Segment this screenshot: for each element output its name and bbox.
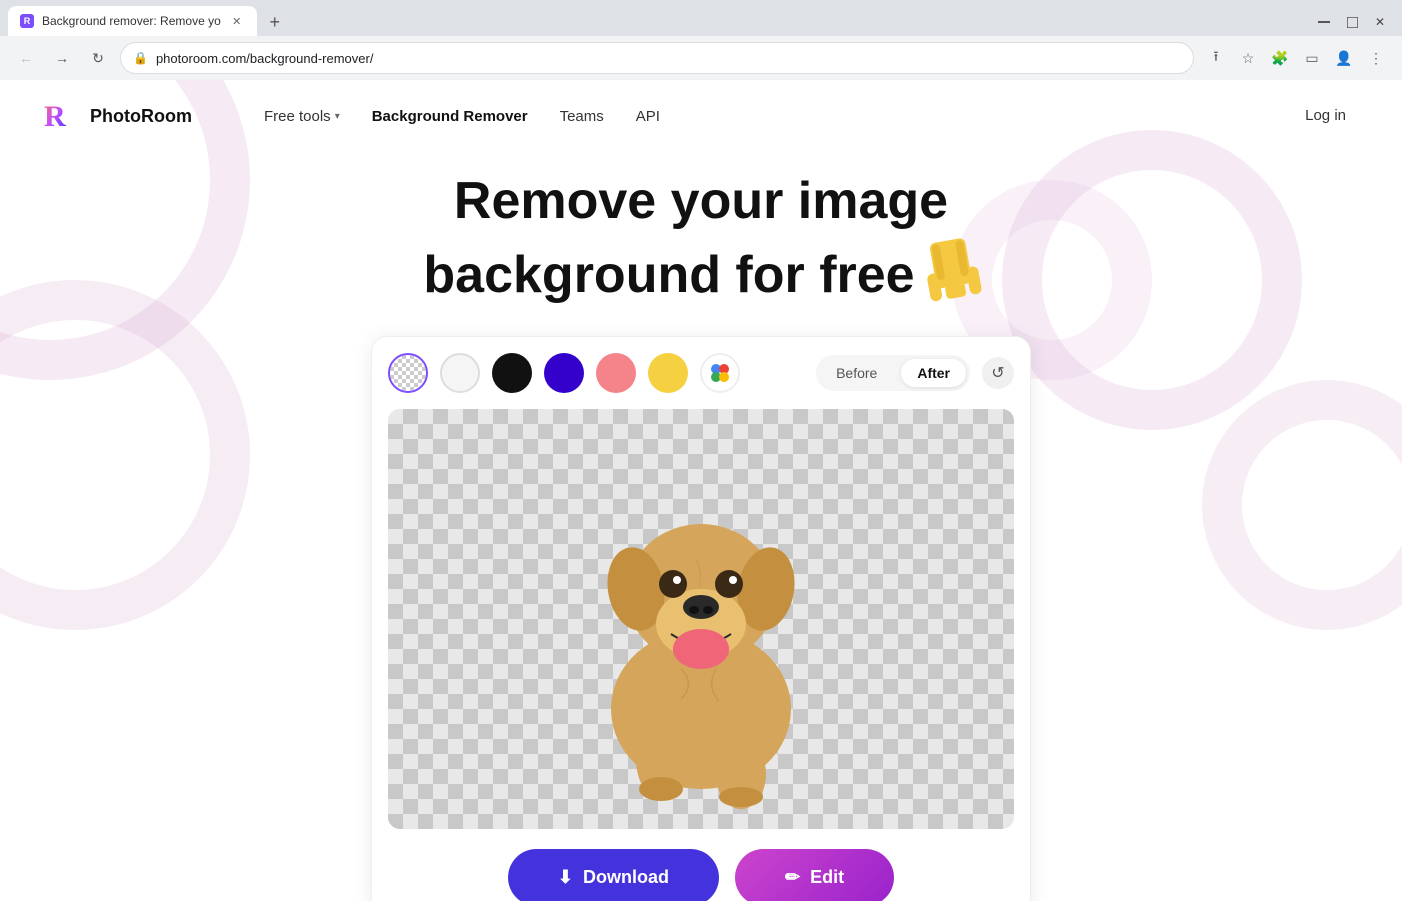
window-minimize-button[interactable] [1310, 12, 1338, 32]
hero-section: Remove your image background for free [0, 152, 1402, 312]
website-content: R PhotoRoom Free tools ▾ Background Remo… [0, 80, 1402, 901]
before-after-toggle: Before After [816, 355, 970, 391]
action-buttons: ⬇ Download ✏ Edit [388, 849, 1014, 901]
swatch-white[interactable] [440, 353, 480, 393]
dog-image [541, 429, 861, 809]
nav-right: Log in [1289, 107, 1362, 125]
tab-close-button[interactable]: ✕ [229, 13, 245, 29]
site-navigation: R PhotoRoom Free tools ▾ Background Remo… [0, 80, 1402, 152]
after-button[interactable]: After [901, 359, 966, 387]
tab-favicon: R [20, 14, 34, 28]
tool-card: Before After ↺ [371, 336, 1031, 901]
site-logo[interactable]: R PhotoRoom [40, 96, 192, 136]
swatch-yellow[interactable] [648, 353, 688, 393]
hero-title-line2: background for free [351, 240, 1051, 312]
menu-button[interactable]: ⋮ [1362, 44, 1390, 72]
window-maximize-button[interactable] [1338, 12, 1366, 32]
browser-titlebar: R Background remover: Remove yo ✕ + ✕ [0, 0, 1402, 36]
browser-toolbar: ← → ↻ 🔒 photoroom.com/background-remover… [0, 36, 1402, 80]
sidebar-button[interactable]: ▭ [1298, 44, 1326, 72]
download-label: Download [583, 867, 669, 888]
ssl-lock-icon: 🔒 [133, 51, 148, 65]
refresh-icon: ↺ [991, 363, 1004, 383]
new-tab-button[interactable]: + [261, 8, 289, 36]
hero-title-line1: Remove your image [351, 172, 1051, 232]
before-button[interactable]: Before [820, 359, 893, 387]
window-controls: ✕ [1310, 12, 1394, 36]
swatch-multi-color[interactable] [700, 353, 740, 393]
nav-background-remover[interactable]: Background Remover [360, 102, 540, 131]
svg-text:R: R [44, 100, 66, 133]
url-text: photoroom.com/background-remover/ [156, 51, 374, 66]
pointer-icon-svg [921, 236, 983, 304]
download-icon: ⬇ [558, 867, 573, 888]
window-close-button[interactable]: ✕ [1366, 12, 1394, 32]
back-button[interactable]: ← [12, 44, 40, 72]
hero-title: Remove your image background for free [351, 172, 1051, 312]
color-swatches-row: Before After ↺ [388, 353, 1014, 393]
nav-api[interactable]: API [624, 102, 672, 131]
edit-label: Edit [810, 867, 844, 888]
bookmark-button[interactable]: ☆ [1234, 44, 1262, 72]
image-display-area [388, 409, 1014, 829]
download-button[interactable]: ⬇ Download [508, 849, 719, 901]
hand-pointer-emoji [921, 236, 985, 316]
edit-button[interactable]: ✏ Edit [735, 849, 894, 901]
swatch-purple[interactable] [544, 353, 584, 393]
swatch-transparent[interactable] [388, 353, 428, 393]
site-logo-text: PhotoRoom [90, 106, 192, 127]
nav-teams[interactable]: Teams [548, 102, 616, 131]
share-button[interactable]: ⭱ [1202, 44, 1230, 72]
swatch-black[interactable] [492, 353, 532, 393]
photoroom-logo-icon: R [40, 96, 80, 136]
tab-title: Background remover: Remove yo [42, 14, 221, 28]
active-browser-tab[interactable]: R Background remover: Remove yo ✕ [8, 6, 257, 36]
toolbar-actions: ⭱ ☆ 🧩 ▭ 👤 ⋮ [1202, 44, 1390, 72]
address-bar[interactable]: 🔒 photoroom.com/background-remover/ [120, 42, 1194, 74]
nav-links: Free tools ▾ Background Remover Teams AP… [252, 102, 672, 131]
reload-button[interactable]: ↻ [84, 44, 112, 72]
login-button[interactable]: Log in [1289, 99, 1362, 132]
forward-button[interactable]: → [48, 44, 76, 72]
profile-button[interactable]: 👤 [1330, 44, 1358, 72]
free-tools-caret: ▾ [335, 111, 340, 122]
refresh-button[interactable]: ↺ [982, 357, 1014, 389]
extensions-button[interactable]: 🧩 [1266, 44, 1294, 72]
dog-image-container [388, 409, 1014, 829]
swatch-pink[interactable] [596, 353, 636, 393]
nav-free-tools[interactable]: Free tools ▾ [252, 102, 352, 131]
edit-icon: ✏ [785, 867, 800, 888]
